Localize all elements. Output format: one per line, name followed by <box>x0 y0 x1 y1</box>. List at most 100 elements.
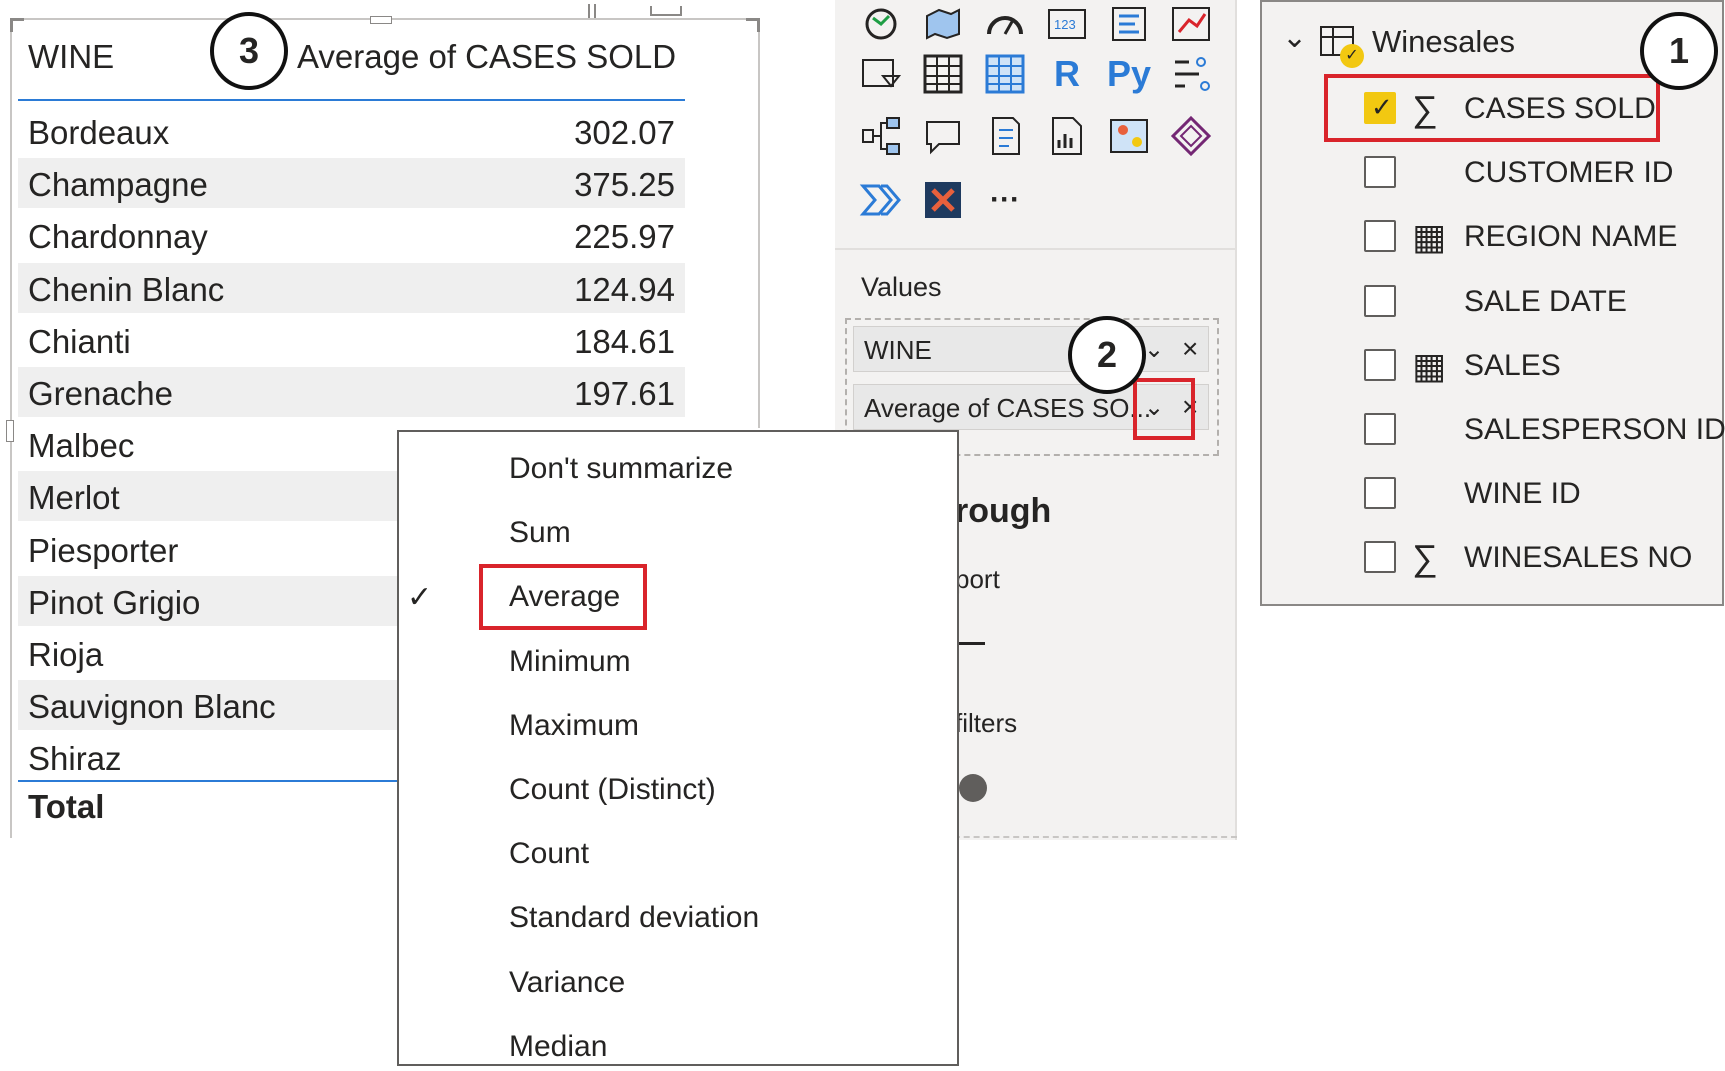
average-cases-sold-cell: 225.97 <box>574 218 675 256</box>
field-item[interactable]: ∑ WINESALES NO <box>1262 529 1722 589</box>
checkmark-icon: ✓ <box>407 581 433 615</box>
qa-icon[interactable] <box>919 112 967 160</box>
menu-item[interactable]: Standard deviation <box>509 901 759 935</box>
menu-item[interactable]: Minimum <box>509 645 631 679</box>
custom-visual-icon[interactable] <box>919 176 967 224</box>
table-row[interactable]: Chardonnay 225.97 <box>18 210 685 260</box>
highlight-box <box>1133 378 1195 440</box>
summarization-menu: Don't summarize Sum Average ✓ Minimum Maximum… <box>397 430 959 1066</box>
value-field-wine[interactable]: WINE ⌄ × <box>853 326 1209 372</box>
r-visual-icon[interactable]: R <box>1043 50 1091 98</box>
key-influencers-icon[interactable] <box>1167 50 1215 98</box>
filled-map-icon[interactable] <box>919 0 967 48</box>
callout-2: 2 <box>1068 316 1146 394</box>
wine-cell: Sauvignon Blanc <box>28 688 276 726</box>
power-apps-icon[interactable] <box>1167 112 1215 160</box>
menu-item[interactable]: Maximum <box>509 709 639 743</box>
slicer-icon[interactable] <box>857 50 905 98</box>
resize-handle[interactable] <box>746 18 760 32</box>
smart-narrative-icon[interactable] <box>981 112 1029 160</box>
field-item[interactable]: ▦ REGION NAME <box>1262 208 1722 268</box>
wine-cell: Rioja <box>28 636 104 673</box>
column-header-wine[interactable]: WINE <box>28 38 114 76</box>
table-row[interactable]: Grenache 197.61 <box>18 367 685 417</box>
wine-cell: Piesporter <box>28 531 179 569</box>
callout-3: 3 <box>210 12 288 90</box>
paginated-report-icon[interactable] <box>1043 112 1091 160</box>
table-row[interactable]: Chianti 184.61 <box>18 315 685 365</box>
resize-handle[interactable] <box>370 16 392 24</box>
average-cases-sold-cell: 184.61 <box>574 322 675 360</box>
wine-cell: Malbec <box>28 427 135 465</box>
menu-item[interactable]: Count <box>509 837 589 871</box>
field-item[interactable]: SALE DATE <box>1262 273 1722 333</box>
toggle-knob[interactable] <box>959 774 987 802</box>
value-field-label: WINE <box>864 335 932 365</box>
decomposition-tree-icon[interactable] <box>857 112 905 160</box>
table-icon[interactable] <box>919 50 967 98</box>
column-header-average-cases-sold[interactable]: Average of CASES SOLD <box>297 38 676 76</box>
field-name: REGION NAME <box>1464 220 1678 254</box>
field-item[interactable]: WINE ID <box>1262 465 1722 525</box>
field-name: WINESALES NO <box>1464 541 1693 575</box>
table-row[interactable]: Bordeaux 302.07 <box>18 106 685 156</box>
gallery-divider <box>835 248 1237 250</box>
chevron-down-icon[interactable]: ⌄ <box>1282 20 1307 55</box>
keep-all-filters-label: filters <box>955 708 1018 738</box>
resize-handle[interactable] <box>6 420 14 442</box>
calculated-table-icon: ▦ <box>1412 344 1447 386</box>
field-item[interactable]: SALESPERSON ID <box>1262 401 1725 461</box>
field-item[interactable]: ▦ SALES <box>1262 337 1722 397</box>
average-cases-sold-cell: 124.94 <box>574 270 675 308</box>
field-checkbox[interactable] <box>1364 413 1396 445</box>
multi-row-card-icon[interactable] <box>1105 0 1153 48</box>
field-checkbox[interactable] <box>1364 156 1396 189</box>
field-checkbox[interactable] <box>1364 348 1396 381</box>
visual-border <box>758 18 760 428</box>
drillthrough-title: rough <box>955 492 1052 530</box>
field-name: SALES <box>1464 348 1561 382</box>
menu-item[interactable]: Variance <box>509 966 625 1000</box>
average-cases-sold-cell: 302.07 <box>574 114 675 151</box>
map-icon[interactable] <box>857 0 905 48</box>
menu-item[interactable]: Count (Distinct) <box>509 773 716 807</box>
field-name: CUSTOMER ID <box>1464 156 1674 190</box>
more-options-icon[interactable] <box>650 6 682 16</box>
matrix-icon[interactable] <box>981 50 1029 98</box>
menu-item[interactable]: Don't summarize <box>509 452 733 486</box>
total-label: Total <box>28 788 105 825</box>
field-checkbox[interactable] <box>1364 541 1396 574</box>
toggle-track <box>955 642 985 645</box>
resize-handle[interactable] <box>588 4 596 18</box>
highlight-box <box>479 564 647 630</box>
resize-handle[interactable] <box>10 18 24 32</box>
menu-item[interactable]: Sum <box>509 516 571 550</box>
wine-cell: Chianti <box>28 322 131 360</box>
cross-report-label: port <box>955 564 1000 594</box>
field-checkbox[interactable] <box>1364 284 1396 317</box>
more-visuals-icon[interactable]: ··· <box>981 176 1029 224</box>
field-name: SALE DATE <box>1464 284 1627 318</box>
table-row[interactable]: Champagne 375.25 <box>18 158 685 209</box>
field-checkbox[interactable] <box>1364 477 1396 510</box>
card-icon[interactable]: 123 <box>1043 0 1091 48</box>
python-visual-icon[interactable]: Py <box>1105 50 1153 98</box>
table-name[interactable]: Winesales <box>1372 24 1515 60</box>
wine-cell: Grenache <box>28 375 173 412</box>
field-item[interactable]: CUSTOMER ID <box>1262 144 1722 204</box>
chevron-down-icon[interactable]: ⌄ <box>1144 335 1164 364</box>
gauge-icon[interactable] <box>981 0 1029 48</box>
kpi-icon[interactable] <box>1167 0 1215 48</box>
value-field-label: Average of CASES SO... <box>864 393 1152 423</box>
field-checkbox[interactable] <box>1364 220 1396 253</box>
table-row[interactable]: Chenin Blanc 124.94 <box>18 262 685 313</box>
menu-item[interactable]: Median <box>509 1030 607 1064</box>
calculated-column-icon: ▦ <box>1412 216 1447 258</box>
r-visual-label: R <box>1054 53 1080 94</box>
remove-field-icon[interactable]: × <box>1182 333 1198 365</box>
power-automate-icon[interactable] <box>857 176 905 224</box>
wine-cell: Merlot <box>28 479 120 517</box>
azure-map-icon[interactable] <box>1105 112 1153 160</box>
highlight-box <box>1324 74 1660 142</box>
wine-cell: Bordeaux <box>28 114 170 151</box>
